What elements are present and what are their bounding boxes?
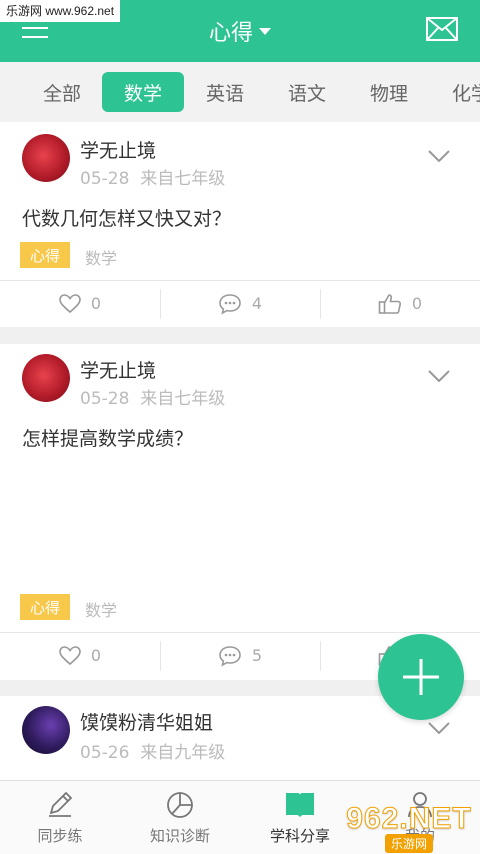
post-meta: 05-28 来自七年级 (80, 384, 225, 409)
nav-label: 学科分享 (269, 827, 330, 845)
brand-watermark: 962.NET 乐游网 (338, 800, 480, 854)
post-card[interactable]: 学无止境 05-28 来自七年级 代数几何怎样又快又对？ 心得 数学 0 4 0 (0, 122, 480, 327)
page-title: 心得 (208, 21, 253, 46)
thumbs-up-button[interactable]: 0 (320, 281, 480, 326)
tab-physics[interactable]: 物理 (348, 72, 430, 112)
nav-label: 知识诊断 (149, 827, 210, 845)
like-button[interactable]: 0 (0, 281, 160, 326)
thumbs-up-count: 0 (411, 294, 423, 313)
tab-chemistry[interactable]: 化学 (430, 72, 480, 112)
username[interactable]: 馍馍粉清华姐姐 (80, 708, 213, 735)
subject-tabs: 全部 数学 英语 语文 物理 化学 (0, 62, 480, 122)
brand-num: 962 (346, 801, 400, 835)
nav-label: 同步练 (37, 827, 83, 845)
book-icon (286, 793, 314, 817)
post-question[interactable]: 代数几何怎样又快又对？ (22, 204, 231, 231)
tab-chinese[interactable]: 语文 (266, 72, 348, 112)
thumbs-up-icon (378, 293, 401, 314)
comment-icon (219, 645, 241, 667)
post-source: 来自九年级 (140, 743, 226, 763)
brand-logo-text: 962.NET (346, 801, 472, 836)
tab-math[interactable]: 数学 (102, 72, 184, 112)
post-meta: 05-28 来自七年级 (80, 164, 225, 189)
like-count: 0 (90, 294, 102, 313)
comment-button[interactable]: 4 (160, 281, 320, 326)
comment-count: 4 (251, 294, 263, 313)
username[interactable]: 学无止境 (80, 136, 156, 163)
post-card[interactable]: 学无止境 05-28 来自七年级 怎样提高数学成绩？ 心得 数学 0 5 0 (0, 344, 480, 680)
post-subject: 数学 (85, 249, 118, 268)
comment-button[interactable]: 5 (160, 633, 320, 678)
pencil-icon (49, 791, 73, 817)
plus-icon (403, 659, 439, 695)
chevron-down-icon[interactable] (428, 150, 450, 162)
pie-chart-icon (167, 792, 193, 818)
comment-count: 5 (251, 646, 263, 665)
tab-all[interactable]: 全部 (22, 72, 102, 112)
heart-icon (59, 645, 81, 665)
post-meta: 05-26 来自九年级 (80, 738, 225, 763)
post-tag: 心得 (20, 242, 71, 268)
avatar[interactable] (22, 134, 70, 182)
tab-english[interactable]: 英语 (184, 72, 266, 112)
site-watermark: 乐游网 www.962.net (0, 0, 121, 22)
mail-icon[interactable] (426, 17, 458, 41)
like-count: 0 (90, 646, 102, 665)
comment-icon (219, 293, 241, 315)
caret-down-icon (259, 27, 271, 35)
post-date: 05-28 (80, 389, 130, 409)
like-button[interactable]: 0 (0, 633, 160, 678)
nav-sync-practice[interactable]: 同步练 (0, 781, 120, 854)
brand-subtitle: 乐游网 (384, 833, 433, 853)
title-dropdown[interactable]: 心得 (209, 15, 271, 47)
post-source: 来自七年级 (140, 389, 226, 409)
avatar[interactable] (22, 354, 70, 402)
username[interactable]: 学无止境 (80, 356, 156, 383)
heart-icon (59, 293, 81, 313)
avatar[interactable] (22, 706, 70, 754)
post-date: 05-26 (80, 743, 130, 763)
chevron-down-icon[interactable] (428, 722, 450, 734)
chevron-down-icon[interactable] (428, 370, 450, 382)
post-tag: 心得 (20, 594, 71, 620)
post-source: 来自七年级 (140, 169, 226, 189)
add-post-button[interactable] (378, 634, 464, 720)
post-date: 05-28 (80, 169, 130, 189)
post-actions: 0 4 0 (0, 280, 480, 326)
post-question[interactable]: 怎样提高数学成绩？ (22, 424, 193, 451)
nav-knowledge-diagnosis[interactable]: 知识诊断 (120, 781, 240, 854)
post-subject: 数学 (85, 601, 118, 620)
brand-suffix: .NET (399, 801, 472, 835)
